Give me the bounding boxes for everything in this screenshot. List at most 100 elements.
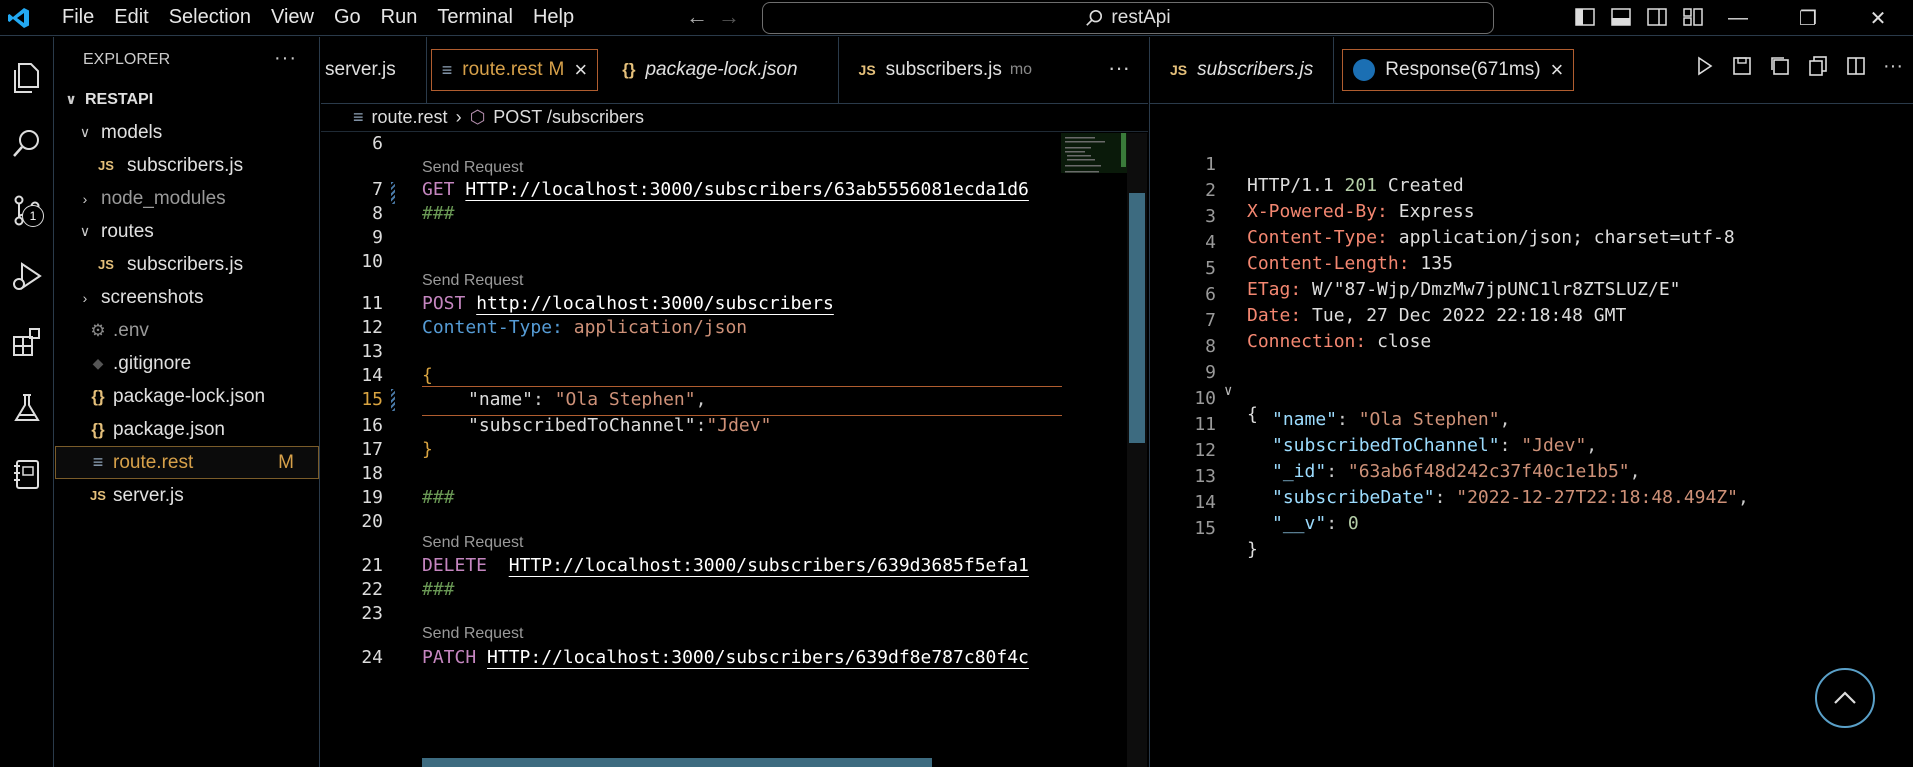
request-url[interactable]: HTTP://localhost:3000/subscribers/63ab55… (465, 179, 1029, 200)
menu-help[interactable]: Help (523, 6, 584, 29)
run-debug-icon[interactable] (0, 243, 54, 309)
js-file-icon: JS (90, 488, 106, 503)
menu-file[interactable]: File (52, 6, 104, 29)
send-request-link[interactable]: Send Request (422, 625, 523, 643)
tab-label: Response(671ms) (1385, 59, 1541, 80)
scrollbar-thumb[interactable] (1129, 193, 1145, 443)
code-editor[interactable]: 6 Send Request 7 GET HTTP://localhost:30… (321, 133, 1148, 767)
testing-icon[interactable] (0, 375, 54, 441)
search-icon (1086, 9, 1103, 26)
explorer-icon[interactable] (0, 45, 54, 111)
line-number: 24 (361, 647, 383, 668)
request-url[interactable]: http://localhost:3000/subscribers (476, 293, 834, 314)
forward-arrow-icon[interactable]: → (718, 4, 740, 30)
tab-response[interactable]: Response(671ms) × (1342, 49, 1575, 91)
tab-subscribers-js[interactable]: JS subscribers.js (1150, 37, 1335, 103)
source-control-icon[interactable]: 1 (0, 177, 54, 243)
send-request-link[interactable]: Send Request (422, 534, 523, 552)
line-number: 18 (361, 463, 383, 484)
toggle-panel-icon[interactable] (1610, 6, 1632, 28)
menu-go[interactable]: Go (324, 6, 371, 29)
response-line: 15 } (1150, 497, 1258, 560)
minimize-icon[interactable]: — (1703, 0, 1773, 36)
save-body-icon[interactable] (1769, 55, 1791, 77)
json-value: "Jdev" (1521, 435, 1587, 456)
split-editor-icon[interactable] (1845, 55, 1867, 77)
breadcrumb-file[interactable]: route.rest (372, 107, 448, 128)
notebook-icon[interactable] (0, 441, 54, 507)
toggle-secondary-sidebar-icon[interactable] (1646, 6, 1668, 28)
back-arrow-icon[interactable]: ← (686, 4, 708, 30)
project-root[interactable]: ∨ RESTAPI (55, 83, 319, 116)
more-actions-icon[interactable]: ··· (1883, 55, 1903, 77)
tree-folder-node-modules[interactable]: › node_modules (55, 182, 319, 215)
tab-package-lock[interactable]: {} package-lock.json (602, 37, 839, 103)
toggle-primary-sidebar-icon[interactable] (1574, 6, 1596, 28)
request-url[interactable]: HTTP://localhost:3000/subscribers/639d36… (509, 555, 1029, 576)
close-tab-icon[interactable]: × (574, 57, 587, 83)
send-request-link[interactable]: Send Request (422, 159, 523, 177)
send-request-link[interactable]: Send Request (422, 272, 523, 290)
tree-folder-models[interactable]: ∨ models (55, 116, 319, 149)
title-bar: File Edit Selection View Go Run Terminal… (0, 0, 1913, 36)
tree-file-routes-subscribers[interactable]: JS subscribers.js (55, 248, 319, 281)
vertical-scrollbar[interactable] (1127, 133, 1147, 767)
menu-view[interactable]: View (261, 6, 324, 29)
http-method: PATCH (422, 647, 477, 668)
tab-route-rest[interactable]: ≡ route.rest M × (430, 49, 599, 91)
tree-file-package-lock[interactable]: {} package-lock.json (55, 380, 319, 413)
breadcrumb-symbol[interactable]: POST /subscribers (493, 107, 644, 128)
vscode-logo-icon[interactable] (0, 0, 38, 36)
json-value: "Jdev" (706, 415, 772, 436)
more-tabs-icon[interactable]: ··· (1108, 55, 1130, 81)
search-icon[interactable] (0, 111, 54, 177)
line-number: 21 (361, 555, 383, 576)
json-key: "subscribeDate" (1272, 487, 1435, 508)
tree-folder-routes[interactable]: ∨ routes (55, 215, 319, 248)
save-icon[interactable] (1731, 55, 1753, 77)
tree-file-env[interactable]: ⚙ .env (55, 314, 319, 347)
line-number: 7 (372, 179, 383, 200)
tree-file-package[interactable]: {} package.json (55, 413, 319, 446)
request-url[interactable]: HTTP://localhost:3000/subscribers/639df8… (487, 647, 1029, 668)
project-label: RESTAPI (85, 90, 154, 108)
close-brace: } (422, 439, 433, 460)
minimap[interactable] (1061, 133, 1133, 767)
tree-label: .gitignore (113, 352, 192, 374)
extensions-icon[interactable] (0, 309, 54, 375)
json-key: "__v" (1272, 513, 1327, 534)
horizontal-scrollbar[interactable] (422, 758, 932, 767)
menu-edit[interactable]: Edit (104, 6, 158, 29)
tree-file-server[interactable]: JS server.js (55, 479, 319, 512)
line-number: 23 (361, 603, 383, 624)
tree-folder-screenshots[interactable]: › screenshots (55, 281, 319, 314)
menu-run[interactable]: Run (371, 6, 428, 29)
tab-subscribers-js[interactable]: JS subscribers.js mo (839, 37, 1045, 103)
tree-file-gitignore[interactable]: ◆ .gitignore (55, 347, 319, 380)
run-icon[interactable] (1693, 55, 1715, 77)
more-actions-icon[interactable]: ··· (274, 47, 297, 70)
menu-terminal[interactable]: Terminal (427, 6, 523, 29)
tree-file-route-rest[interactable]: ≡ route.rest M (55, 446, 319, 479)
header-name: Content-Type: (422, 317, 563, 338)
js-file-icon: JS (98, 257, 114, 272)
response-line: 8 (1150, 315, 1216, 357)
menu-selection[interactable]: Selection (159, 6, 261, 29)
json-key: "_id" (1272, 461, 1327, 482)
copy-icon[interactable] (1807, 55, 1829, 77)
customize-layout-icon[interactable] (1682, 6, 1704, 28)
scm-count-badge: 1 (22, 205, 44, 227)
restore-icon[interactable]: ❐ (1773, 0, 1843, 36)
window-controls: — ❐ ✕ (1703, 0, 1913, 36)
tab-server-js[interactable]: server.js (321, 37, 427, 103)
command-center-search[interactable]: restApi (762, 2, 1494, 34)
tree-file-models-subscribers[interactable]: JS subscribers.js (55, 149, 319, 182)
scroll-to-top-button[interactable] (1815, 668, 1875, 728)
close-window-icon[interactable]: ✕ (1843, 0, 1913, 36)
close-tab-icon[interactable]: × (1551, 57, 1564, 83)
tab-label: server.js (325, 59, 396, 80)
response-header-line: 2 X-Powered-By: Express (1150, 159, 1474, 222)
json-key: "subscribedToChannel" (1272, 435, 1500, 456)
fold-chevron-icon[interactable]: ∨ (1224, 383, 1232, 399)
header-value: close (1377, 331, 1432, 352)
